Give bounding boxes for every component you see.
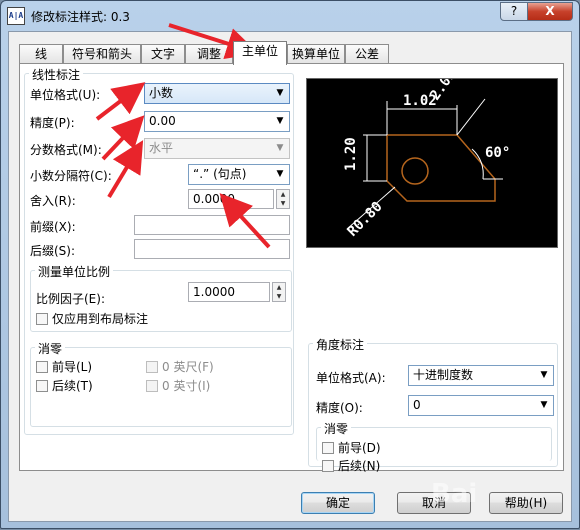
angular-trailing-zero-label: 后续(N) — [338, 459, 381, 473]
prefix-input[interactable] — [134, 215, 290, 235]
measurement-scale-title: 测量单位比例 — [35, 263, 114, 280]
angular-leading-zero-label: 前导(D) — [338, 441, 381, 455]
zero-feet-label: 0 英尺(F) — [162, 360, 214, 374]
preview-dim-left: 1.20 — [343, 137, 359, 171]
layout-only-label: 仅应用到布局标注 — [52, 312, 149, 326]
dialog-client: 线 符号和箭头 文字 调整 主单位 换算单位 公差 线性标注 单位格式(U): … — [8, 31, 572, 522]
scale-factor-input[interactable]: 1.0000 — [188, 282, 270, 302]
scale-factor-spinner[interactable]: ▲ ▼ — [272, 282, 286, 302]
preview-drawing: 1.02 1.20 2.02 60° R0.80 — [343, 66, 510, 240]
chevron-down-icon: ▼ — [540, 370, 548, 380]
linear-dimensions-title: 线性标注 — [29, 66, 84, 83]
preview-dim-line — [456, 98, 486, 136]
checkbox-box[interactable] — [36, 313, 48, 325]
chevron-down-icon: ▼ — [276, 88, 284, 98]
precision-label: 精度(P): — [30, 116, 75, 130]
chevron-down-icon: ▼ — [276, 143, 284, 153]
fraction-format-label: 分数格式(M): — [30, 143, 102, 157]
tab-lines[interactable]: 线 — [19, 44, 63, 64]
angular-unit-format-select[interactable]: 十进制度数 ▼ — [408, 365, 554, 386]
close-button[interactable]: X — [527, 2, 573, 21]
angular-leading-zero-checkbox[interactable]: 前导(D) — [322, 439, 381, 456]
checkbox-box[interactable] — [322, 442, 334, 454]
zero-inches-checkbox[interactable]: 0 英寸(I) — [146, 377, 210, 394]
precision-select[interactable]: 0.00 ▼ — [144, 111, 290, 132]
prefix-label: 前缀(X): — [30, 220, 76, 234]
primary-units-panel: 线性标注 单位格式(U): 小数 ▼ 精度(P): 0.00 ▼ 分数格式(M)… — [19, 63, 564, 474]
title-bar[interactable]: A|A 修改标注样式: 0.3 ? X — [1, 1, 579, 31]
angular-precision-select[interactable]: 0 ▼ — [408, 395, 554, 416]
trailing-zero-label: 后续(T) — [52, 379, 93, 393]
dialog-window: A|A 修改标注样式: 0.3 ? X 线 符号和箭头 文字 调整 主单位 换算… — [0, 0, 580, 529]
fraction-format-select[interactable]: 水平 ▼ — [144, 138, 290, 159]
checkbox-box[interactable] — [322, 460, 334, 472]
window-title: 修改标注样式: 0.3 — [31, 10, 130, 24]
tab-fit[interactable]: 调整 — [185, 44, 233, 64]
chevron-down-icon: ▼ — [540, 400, 548, 410]
unit-format-select[interactable]: 小数 ▼ — [144, 83, 290, 104]
tab-text[interactable]: 文字 — [141, 44, 185, 64]
ok-button[interactable]: 确定 — [301, 492, 375, 514]
trailing-zero-checkbox[interactable]: 后续(T) — [36, 377, 93, 394]
layout-only-checkbox[interactable]: 仅应用到布局标注 — [36, 310, 148, 327]
suffix-input[interactable] — [134, 239, 290, 259]
chevron-down-icon: ▼ — [276, 169, 284, 179]
angular-precision-label: 精度(O): — [316, 401, 363, 415]
round-off-input[interactable]: 0.0000 — [188, 189, 274, 209]
tab-tolerances[interactable]: 公差 — [345, 44, 389, 64]
tab-symbols-arrows[interactable]: 符号和箭头 — [63, 44, 141, 64]
preview-hole-circle — [401, 157, 429, 185]
round-off-label: 舍入(R): — [30, 194, 76, 208]
spin-down-icon[interactable]: ▼ — [277, 199, 289, 208]
angular-trailing-zero-checkbox[interactable]: 后续(N) — [322, 457, 380, 474]
scale-factor-label: 比例因子(E): — [36, 292, 105, 306]
decimal-separator-value: “.” (句点) — [193, 167, 247, 181]
tab-alternate-units[interactable]: 换算单位 — [287, 44, 345, 64]
preview-dim-radius: R0.80 — [345, 199, 386, 240]
checkbox-box[interactable] — [36, 361, 48, 373]
leading-zero-label: 前导(L) — [52, 360, 93, 374]
decimal-separator-label: 小数分隔符(C): — [30, 169, 112, 183]
angular-dimensions-title: 角度标注 — [313, 336, 368, 353]
precision-value: 0.00 — [149, 114, 176, 128]
angular-precision-value: 0 — [413, 398, 421, 412]
spin-down-icon[interactable]: ▼ — [273, 292, 285, 301]
decimal-separator-select[interactable]: “.” (句点) ▼ — [188, 164, 290, 185]
watermark-text: Bai — [431, 479, 478, 509]
suffix-label: 后缀(S): — [30, 244, 76, 258]
zero-feet-checkbox[interactable]: 0 英尺(F) — [146, 358, 214, 375]
angular-unit-format-value: 十进制度数 — [413, 368, 474, 382]
chevron-down-icon: ▼ — [276, 116, 284, 126]
preview-dim-angle: 60° — [485, 145, 510, 161]
tab-primary-units[interactable]: 主单位 — [233, 41, 287, 65]
round-off-spinner[interactable]: ▲ ▼ — [276, 189, 290, 209]
leading-zero-checkbox[interactable]: 前导(L) — [36, 358, 92, 375]
unit-format-label: 单位格式(U): — [30, 88, 101, 102]
angular-zero-suppression-title: 消零 — [321, 420, 352, 437]
fraction-format-value: 水平 — [149, 141, 174, 155]
zero-suppression-title: 消零 — [35, 340, 66, 357]
help-title-button[interactable]: ? — [500, 2, 528, 21]
spin-up-icon[interactable]: ▲ — [277, 190, 289, 199]
help-button[interactable]: 帮助(H) — [489, 492, 563, 514]
angular-unit-format-label: 单位格式(A): — [316, 371, 386, 385]
zero-inches-label: 0 英寸(I) — [162, 379, 211, 393]
checkbox-box[interactable] — [146, 380, 158, 392]
dimension-preview: 1.02 1.20 2.02 60° R0.80 — [306, 66, 558, 248]
checkbox-box[interactable] — [36, 380, 48, 392]
spin-up-icon[interactable]: ▲ — [273, 283, 285, 292]
autocad-app-icon: A|A — [7, 7, 25, 25]
unit-format-value: 小数 — [149, 86, 174, 100]
checkbox-box[interactable] — [146, 361, 158, 373]
preview-part-outline — [386, 134, 496, 202]
